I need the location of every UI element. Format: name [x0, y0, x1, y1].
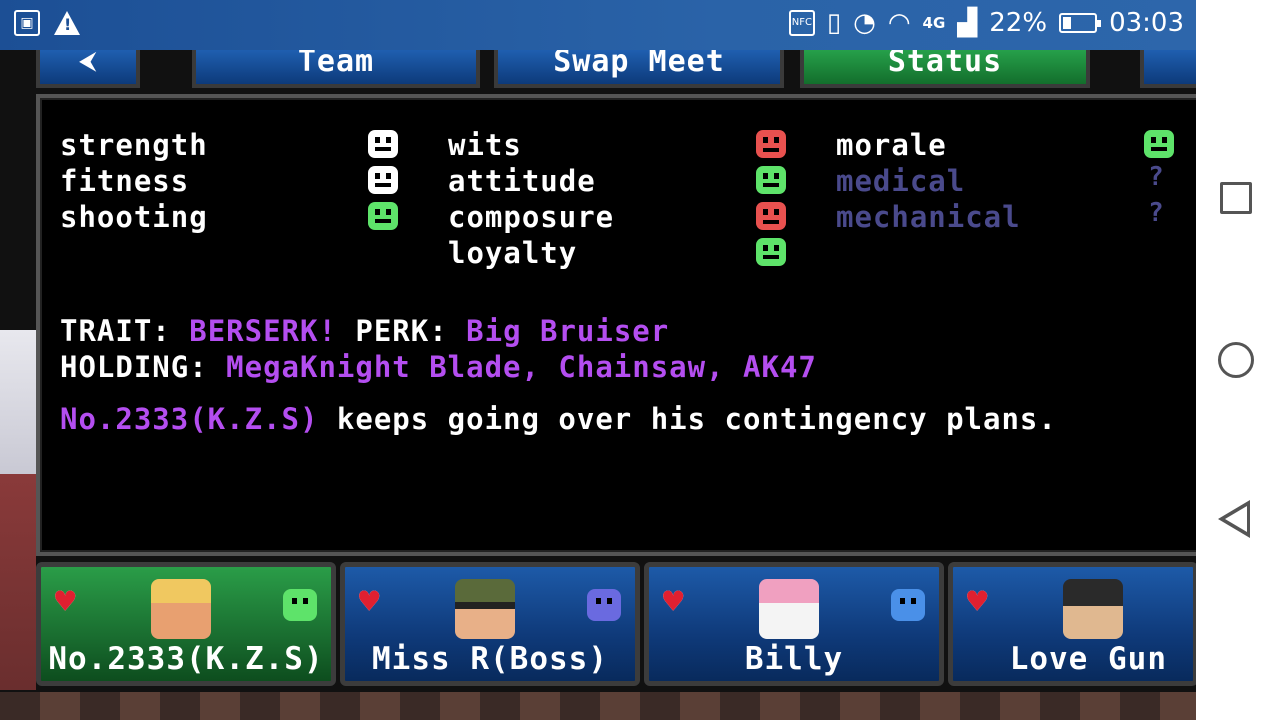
stat-fitness-label: fitness — [60, 164, 190, 198]
stat-morale-label: morale — [836, 128, 947, 162]
stat-mechanical-value: ? — [1148, 198, 1164, 228]
party-roster: ♥ No.2333(K.Z.S) ♥ Miss R(Boss) ♥ Billy … — [30, 562, 1196, 690]
character-portrait — [151, 579, 211, 639]
stat-attitude-face-icon — [756, 166, 786, 194]
roster-card-no2333[interactable]: ♥ No.2333(K.Z.S) — [36, 562, 336, 686]
status-bar: ▣ ! NFC ▯ ◔ ◠ 4G ▟ 22% 03:03 — [0, 0, 1196, 50]
stat-composure-face-icon — [756, 202, 786, 230]
character-portrait — [1063, 579, 1123, 639]
stat-loyalty-face-icon — [756, 238, 786, 266]
vibrate-icon: ▯ — [826, 8, 842, 38]
battery-icon — [1059, 13, 1102, 33]
stat-composure-label: composure — [448, 200, 615, 234]
stat-medical-value: ? — [1148, 162, 1164, 192]
tab-team[interactable]: Team — [192, 50, 480, 88]
status-message: No.2333(K.Z.S) keeps going over his cont… — [60, 402, 1057, 436]
battery-percent: 22% — [989, 8, 1048, 38]
game-screen: ⮜ Team Swap Meet Status strength fitness… — [0, 50, 1196, 720]
message-text: keeps going over his contingency plans. — [336, 402, 1057, 436]
perk-value: Big Bruiser — [466, 314, 670, 348]
character-portrait — [455, 579, 515, 639]
roster-name: Love Gun — [1009, 641, 1167, 677]
android-nav-bar — [1196, 0, 1280, 720]
heart-icon: ♥ — [55, 582, 76, 622]
holding-value: MegaKnight Blade, Chainsaw, AK47 — [226, 350, 817, 384]
roster-card-love-gun[interactable]: ♥ Love Gun — [948, 562, 1196, 686]
tab-swap-meet[interactable]: Swap Meet — [494, 50, 784, 88]
heart-icon: ♥ — [359, 582, 380, 622]
stat-shooting-face-icon — [368, 202, 398, 230]
trait-value: BERSERK! — [189, 314, 337, 348]
wifi-icon: ◠ — [887, 8, 911, 38]
message-character-name: No.2333(K.Z.S) — [60, 402, 319, 436]
stat-medical-label: medical — [836, 164, 966, 198]
alarm-icon: ◔ — [853, 8, 876, 38]
trait-perk-line: TRAIT: BERSERK! PERK: Big Bruiser — [60, 314, 669, 348]
stat-strength-label: strength — [60, 128, 208, 162]
stat-shooting-label: shooting — [60, 200, 208, 234]
home-button[interactable] — [1218, 342, 1254, 378]
roster-name: No.2333(K.Z.S) — [48, 641, 324, 677]
stat-wits-face-icon — [756, 130, 786, 158]
stat-wits-label: wits — [448, 128, 522, 162]
mood-face-icon — [891, 589, 925, 621]
stat-loyalty-label: loyalty — [448, 236, 578, 270]
gallery-icon: ▣ — [14, 10, 40, 36]
warning-icon: ! — [54, 11, 80, 35]
stat-fitness-face-icon — [368, 166, 398, 194]
trait-label: TRAIT: — [60, 314, 171, 348]
back-button[interactable]: ⮜ — [36, 50, 140, 88]
ground-strip — [0, 692, 1196, 720]
stat-mechanical-label: mechanical — [836, 200, 1021, 234]
mood-face-icon — [587, 589, 621, 621]
tab-bar: ⮜ Team Swap Meet Status — [0, 50, 1196, 92]
holding-label: HOLDING: — [60, 350, 208, 384]
stat-attitude-label: attitude — [448, 164, 596, 198]
roster-card-miss-r[interactable]: ♥ Miss R(Boss) — [340, 562, 640, 686]
next-tab-button[interactable] — [1140, 50, 1196, 88]
back-nav-button[interactable] — [1218, 500, 1250, 538]
holding-line: HOLDING: MegaKnight Blade, Chainsaw, AK4… — [60, 350, 817, 384]
roster-card-billy[interactable]: ♥ Billy — [644, 562, 944, 686]
heart-icon: ♥ — [967, 582, 988, 622]
tab-status[interactable]: Status — [800, 50, 1090, 88]
character-portrait — [759, 579, 819, 639]
roster-name: Billy — [744, 641, 844, 677]
roster-name: Miss R(Boss) — [372, 641, 608, 677]
signal-icon: ▟ — [957, 8, 978, 38]
stat-morale-face-icon — [1144, 130, 1174, 158]
recent-apps-button[interactable] — [1220, 182, 1252, 214]
perk-label: PERK: — [355, 314, 448, 348]
network-type: 4G — [922, 14, 946, 32]
stat-strength-face-icon — [368, 130, 398, 158]
clock: 03:03 — [1109, 8, 1184, 38]
status-panel: strength fitness shooting wits attitude … — [36, 94, 1196, 556]
heart-icon: ♥ — [663, 582, 684, 622]
mood-face-icon — [283, 589, 317, 621]
nfc-icon: NFC — [788, 10, 815, 36]
